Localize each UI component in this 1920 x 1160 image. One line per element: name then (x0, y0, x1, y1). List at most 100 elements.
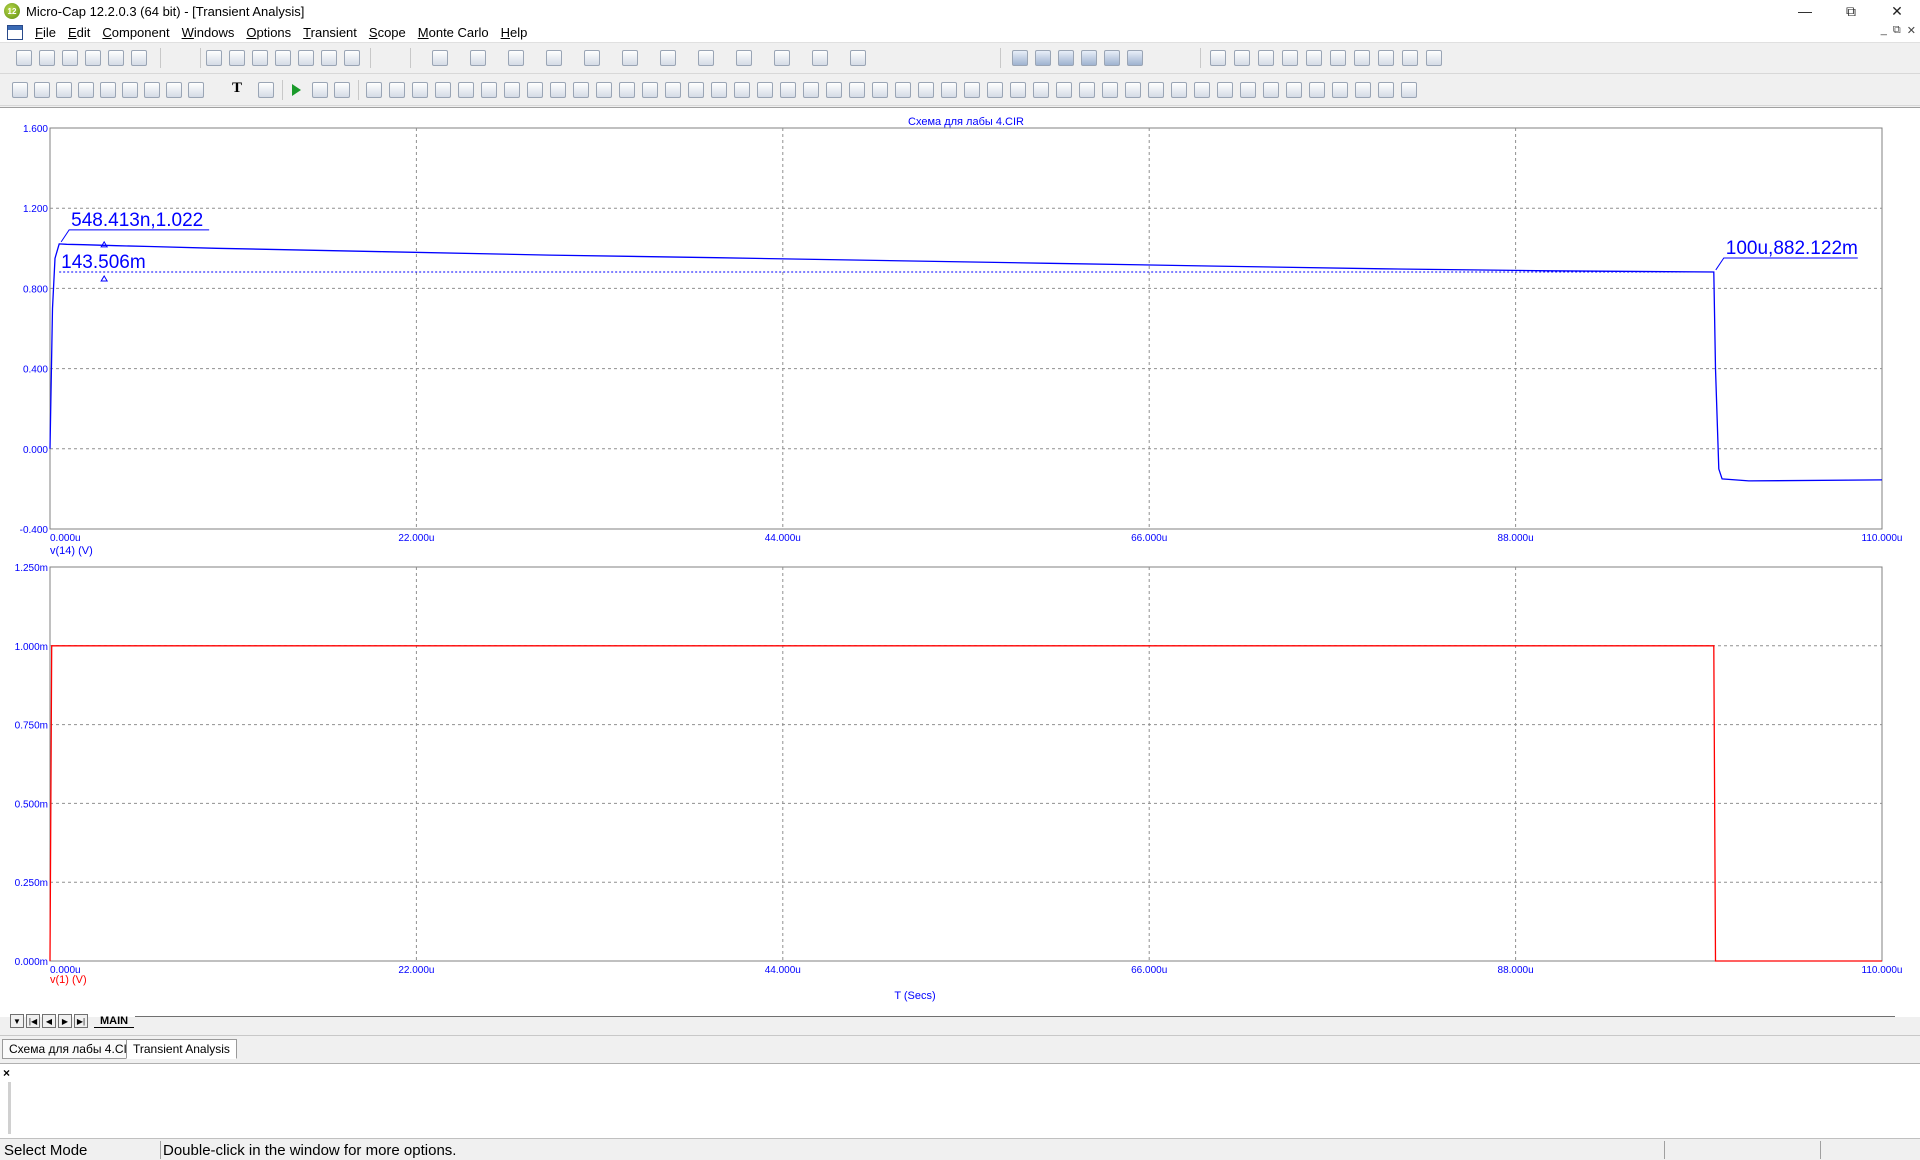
analysis-tool-icon-20[interactable] (803, 82, 819, 98)
bottom-plot-panel[interactable]: 1.250m1.000m0.750m0.500m0.250m0.000m0.00… (15, 563, 1903, 976)
analysis-tool-icon-24[interactable] (895, 82, 911, 98)
analysis-tool-icon-40[interactable] (1263, 82, 1279, 98)
stop-icon[interactable] (312, 82, 328, 98)
analysis-tool-icon-33[interactable] (1102, 82, 1118, 98)
analysis-tool-icon-26[interactable] (941, 82, 957, 98)
open-file-icon[interactable] (39, 50, 55, 66)
page-icon[interactable] (1210, 50, 1226, 66)
save-all-icon[interactable] (85, 50, 101, 66)
analysis-tool-icon-6[interactable] (481, 82, 497, 98)
menu-transient[interactable]: Transient (297, 25, 363, 40)
delete-icon[interactable] (321, 50, 337, 66)
doc-tab-transient-analysis[interactable]: Transient Analysis (126, 1039, 237, 1059)
analysis-tool-icon-44[interactable] (1355, 82, 1371, 98)
select-all-icon[interactable] (344, 50, 360, 66)
tile-vertical-icon[interactable] (1035, 50, 1051, 66)
prev-page-icon[interactable]: ◀ (42, 1014, 56, 1028)
plot-window[interactable]: Схема для лабы 4.CIR 1.600 1.200 0.800 0.40… (0, 107, 1920, 1017)
plot-canvas[interactable]: Схема для лабы 4.CIR 1.600 1.200 0.800 0.40… (0, 108, 1920, 1013)
properties-icon[interactable] (1306, 50, 1322, 66)
cursor-1-label[interactable]: 548.413n,1.022 (71, 210, 203, 231)
parameters-icon[interactable] (258, 82, 274, 98)
rotate-icon[interactable] (122, 82, 138, 98)
analysis-tool-icon-32[interactable] (1079, 82, 1095, 98)
analysis-tool-icon-12[interactable] (619, 82, 635, 98)
doc-tab-schematic[interactable]: Схема для лабы 4.CIR (2, 1039, 143, 1059)
analysis-tool-icon-22[interactable] (849, 82, 865, 98)
menu-help[interactable]: Help (495, 25, 534, 40)
globe-icon[interactable] (1258, 50, 1274, 66)
pan-icon[interactable] (34, 82, 50, 98)
analysis-tool-icon-10[interactable] (573, 82, 589, 98)
menu-options[interactable]: Options (240, 25, 297, 40)
calculator-icon[interactable] (1127, 50, 1143, 66)
settings-icon[interactable] (1378, 50, 1394, 66)
ground-icon[interactable] (432, 50, 448, 66)
last-page-icon[interactable]: ▶| (74, 1014, 88, 1028)
analysis-tool-icon-27[interactable] (964, 82, 980, 98)
analysis-tool-icon-18[interactable] (757, 82, 773, 98)
bjt-icon[interactable] (622, 50, 638, 66)
analysis-tool-icon-43[interactable] (1332, 82, 1348, 98)
undo-icon[interactable] (206, 50, 222, 66)
cursor-2-label[interactable]: 100u,882.122m (1726, 238, 1858, 259)
new-file-icon[interactable] (16, 50, 32, 66)
redo-icon[interactable] (229, 50, 245, 66)
maximize-pane-icon[interactable] (1104, 50, 1120, 66)
analysis-tool-icon-38[interactable] (1217, 82, 1233, 98)
copy-icon[interactable] (275, 50, 291, 66)
menu-file[interactable]: File (29, 25, 62, 40)
plot-properties-icon[interactable] (1426, 50, 1442, 66)
analysis-tool-icon-25[interactable] (918, 82, 934, 98)
print-icon[interactable] (131, 50, 147, 66)
analysis-tool-icon-15[interactable] (688, 82, 704, 98)
analysis-tool-icon-19[interactable] (780, 82, 796, 98)
analysis-tool-icon-3[interactable] (412, 82, 428, 98)
list-icon[interactable] (1330, 50, 1346, 66)
analysis-tool-icon-16[interactable] (711, 82, 727, 98)
print-preview-icon[interactable] (108, 50, 124, 66)
inductor-icon[interactable] (508, 50, 524, 66)
analysis-tool-icon-2[interactable] (389, 82, 405, 98)
close-icon[interactable]: ✕ (1874, 0, 1920, 22)
table-icon[interactable] (1354, 50, 1370, 66)
analysis-tool-icon-1[interactable] (366, 82, 382, 98)
analysis-tool-icon-28[interactable] (987, 82, 1003, 98)
resistor-icon[interactable] (470, 50, 486, 66)
analysis-tool-icon-9[interactable] (550, 82, 566, 98)
analysis-tool-icon-42[interactable] (1309, 82, 1325, 98)
menu-edit[interactable]: Edit (62, 25, 96, 40)
analysis-tool-icon-7[interactable] (504, 82, 520, 98)
top-plot-panel[interactable]: 1.600 1.200 0.800 0.400 0.000 -0.4000.000u 22.… (20, 124, 1903, 544)
restore-icon[interactable]: ⧉ (1828, 0, 1874, 22)
select-mode-icon[interactable] (12, 82, 28, 98)
battery-icon[interactable] (774, 50, 790, 66)
mdi-close-icon[interactable]: ✕ (1907, 24, 1916, 37)
analysis-tool-icon-13[interactable] (642, 82, 658, 98)
component-mode-icon[interactable] (56, 82, 72, 98)
first-page-icon[interactable]: |◀ (26, 1014, 40, 1028)
analysis-tool-icon-30[interactable] (1033, 82, 1049, 98)
analysis-tool-icon-11[interactable] (596, 82, 612, 98)
menu-scope[interactable]: Scope (363, 25, 412, 40)
split-icon[interactable] (1081, 50, 1097, 66)
analysis-tool-icon-45[interactable] (1378, 82, 1394, 98)
output-splitter[interactable] (8, 1082, 11, 1134)
menu-component[interactable]: Component (96, 25, 175, 40)
analysis-tool-icon-39[interactable] (1240, 82, 1256, 98)
menu-monte-carlo[interactable]: Monte Carlo (412, 25, 495, 40)
page-list-icon[interactable]: ▼ (10, 1014, 24, 1028)
analysis-tool-icon-31[interactable] (1056, 82, 1072, 98)
capacitor-icon[interactable] (546, 50, 562, 66)
cascade-icon[interactable] (1012, 50, 1028, 66)
run-icon[interactable] (292, 84, 301, 96)
probe-icon[interactable] (850, 50, 866, 66)
voltage-source-icon[interactable] (736, 50, 752, 66)
analysis-tool-icon-21[interactable] (826, 82, 842, 98)
analysis-tool-icon-5[interactable] (458, 82, 474, 98)
mdi-restore-icon[interactable]: ⧉ (1893, 24, 1901, 37)
analysis-tool-icon-17[interactable] (734, 82, 750, 98)
opamp-icon[interactable] (698, 50, 714, 66)
flip-icon[interactable] (144, 82, 160, 98)
wire-icon[interactable] (78, 82, 94, 98)
